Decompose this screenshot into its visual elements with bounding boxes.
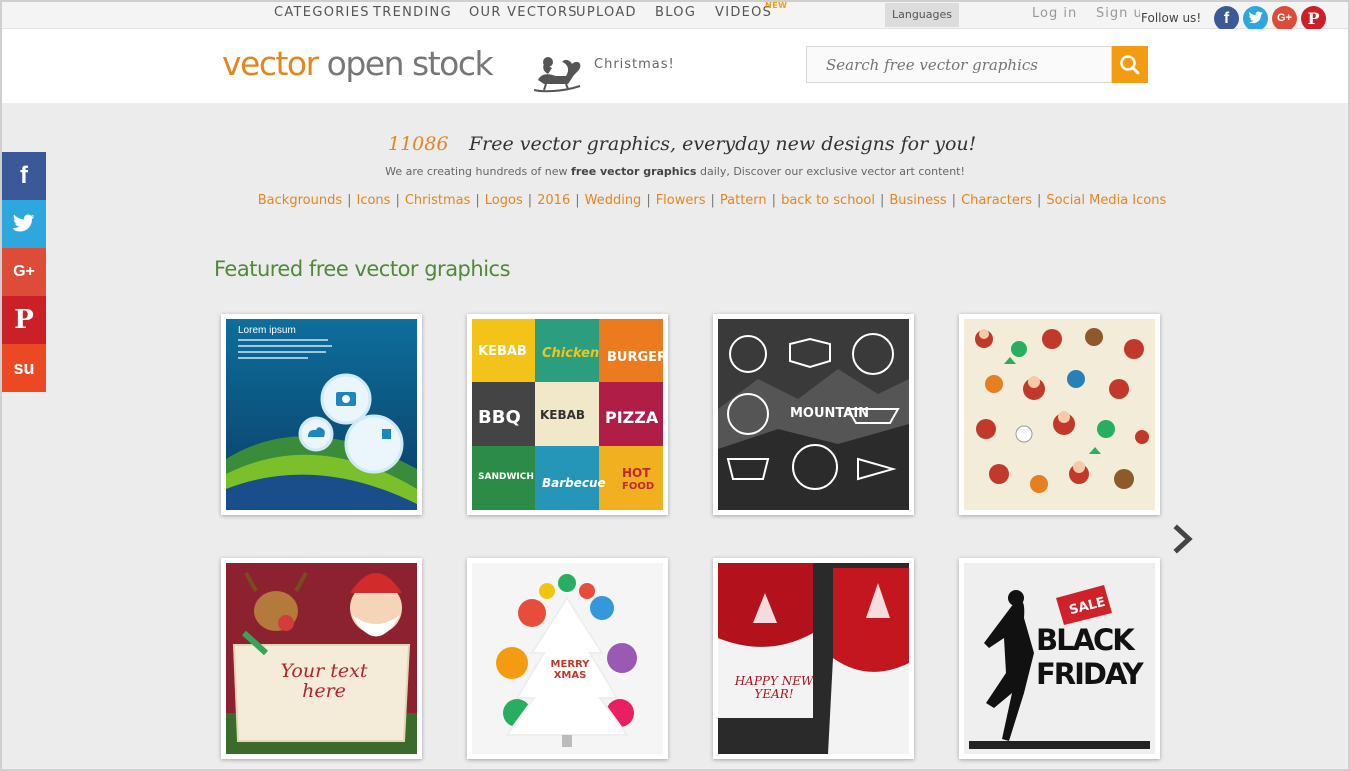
social-share-sidebar: f G+ P su [2,152,46,392]
category-link[interactable]: Business [889,193,946,208]
category-separator: | [710,193,715,208]
top-navigation: CATEGORIES TRENDING OUR VECTORS UPLOAD B… [0,0,1350,31]
graphics-count: 11086 [388,133,449,155]
twitter-icon[interactable] [1243,6,1268,31]
thumb-title: HAPPY NEW YEAR! [734,674,814,701]
category-link[interactable]: Backgrounds [258,193,342,208]
svg-text:SANDWICH: SANDWICH [478,472,534,482]
category-links: Backgrounds | Icons | Christmas | Logos | 2016 | W… [0,193,1350,208]
search-input[interactable] [807,47,1111,82]
category-separator: | [1037,193,1042,208]
site-header: vector open stock Christmas! [0,29,1350,103]
category-link[interactable]: Logos [485,193,523,208]
nav-trending[interactable]: TRENDING [373,5,452,20]
category-separator: | [395,193,400,208]
category-separator: | [347,193,352,208]
category-link[interactable]: Icons [357,193,391,208]
search-icon [1120,55,1140,75]
nav-upload[interactable]: UPLOAD [576,5,637,20]
category-link[interactable]: back to school [781,193,875,208]
thumb-title: KEBAB [540,408,585,422]
nav-our-vectors[interactable]: OUR VECTORS [469,5,578,20]
featured-title: Featured free vector graphics [214,257,511,281]
search-button[interactable] [1112,46,1148,83]
thumb-title: MERRY XMAS [550,659,590,681]
featured-item[interactable]: KEBAB Chicken BURGER BBQ PIZZA SANDWICH … [467,314,668,515]
featured-item[interactable]: MERRY XMAS [467,558,668,759]
featured-item[interactable]: Lorem ipsum [221,314,422,515]
category-link[interactable]: Pattern [720,193,767,208]
search-box [806,46,1112,83]
share-pinterest-icon[interactable]: P [2,296,46,344]
featured-item[interactable] [959,314,1160,515]
new-badge: NEW [765,1,788,10]
nav-videos[interactable]: VIDEOS [715,5,772,20]
svg-text:BBQ: BBQ [478,407,521,428]
category-separator: | [951,193,957,208]
thumb-title: BLACK FRIDAY [1036,623,1144,691]
featured-item[interactable]: MOUNTAIN [713,314,914,515]
featured-item[interactable]: HAPPY NEW YEAR! [713,558,914,759]
login-link[interactable]: Log in [1032,6,1077,21]
category-separator: | [771,193,777,208]
thumb-title: Your text here [280,660,368,702]
category-link[interactable]: Social Media Icons [1046,193,1166,208]
featured-item[interactable]: Your text here [221,558,422,759]
nav-categories[interactable]: CATEGORIES [274,5,370,20]
category-separator: | [475,193,480,208]
signup-link[interactable]: Sign up [1096,6,1140,21]
nav-blog[interactable]: BLOG [655,5,696,20]
svg-text:Chicken: Chicken [542,346,599,361]
category-separator: | [646,193,651,208]
share-stumbleupon-icon[interactable]: su [2,344,46,392]
category-separator: | [879,193,885,208]
site-logo[interactable]: vector open stock [222,44,494,83]
svg-text:BURGER: BURGER [607,350,663,365]
svg-text:PIZZA: PIZZA [605,408,659,427]
languages-button[interactable]: Languages [885,3,959,27]
hero-subline: We are creating hundreds of new free vec… [385,165,965,178]
svg-text:FOOD: FOOD [622,481,654,492]
category-separator: | [527,193,533,208]
category-link[interactable]: Christmas [405,193,471,208]
svg-text:KEBAB: KEBAB [478,344,527,359]
category-link[interactable]: Flowers [656,193,706,208]
thumb-title: Lorem ipsum [238,325,296,336]
seasonal-label: Christmas! [594,57,675,72]
thumb-title: MOUNTAIN [790,406,869,421]
facebook-icon[interactable]: f [1214,6,1239,31]
chevron-right-icon[interactable] [1172,524,1196,554]
category-link[interactable]: 2016 [537,193,570,208]
santa-sleigh-icon [533,57,581,93]
share-google-plus-icon[interactable]: G+ [2,248,46,296]
category-link[interactable]: Characters [961,193,1032,208]
svg-text:HOT: HOT [622,466,651,480]
google-plus-icon[interactable]: G+ [1272,6,1297,31]
svg-text:Barbecue: Barbecue [542,476,606,490]
category-separator: | [575,193,580,208]
category-link[interactable]: Wedding [585,193,642,208]
featured-item[interactable]: SALE BLACK FRIDAY [959,558,1160,759]
pinterest-icon[interactable]: P [1301,6,1326,31]
follow-us-label: Follow us! [1141,11,1202,25]
hero-tagline: Free vector graphics, everyday new desig… [469,133,977,155]
